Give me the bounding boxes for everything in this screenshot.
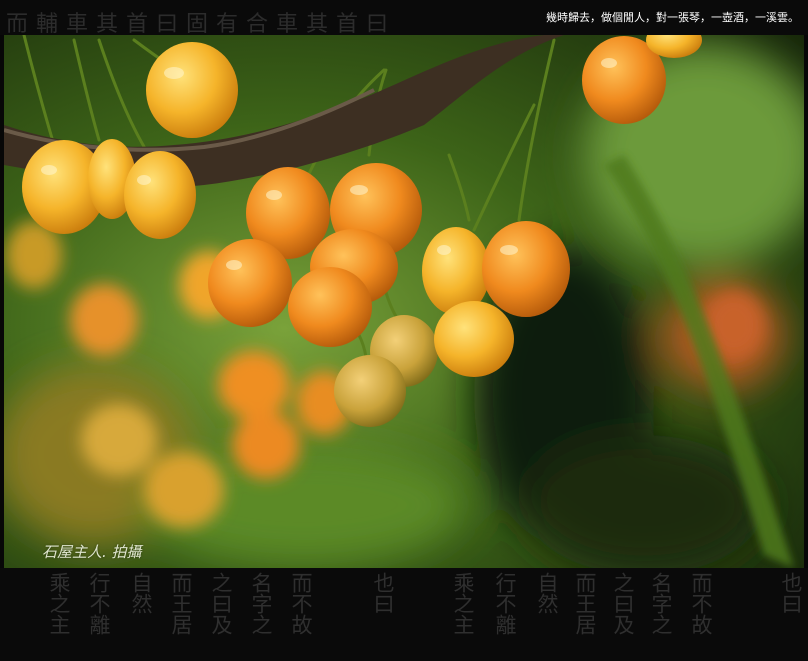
photo-credit: 石屋主人. 拍攝 (42, 543, 142, 561)
calligraphy-column: 而王居 (169, 572, 193, 635)
calligraphy-column: 之曰及 (209, 572, 233, 635)
calligraphy-column: 名字之 (649, 572, 673, 635)
calligraphy-column: 自然 (535, 572, 559, 614)
top-calligraphy-band: 而輔車其首曰固有合車其首曰 幾時歸去，做個閒人，對一張琴，一壺酒，一溪雲。 (0, 0, 808, 35)
calligraphy-column: 自然 (129, 572, 153, 614)
calligraphy-column: 也曰 (779, 572, 803, 614)
calligraphy-column: 名字之 (249, 572, 273, 635)
photo-frame: 而輔車其首曰固有合車其首曰 幾時歸去，做個閒人，對一張琴，一壺酒，一溪雲。 石屋… (0, 0, 808, 661)
calligraphy-column: 乘之主 (47, 572, 71, 635)
calligraphy-column: 行不離 (493, 572, 517, 635)
calligraphy-column: 而不故 (689, 572, 713, 635)
calligraphy-column: 而不故 (289, 572, 313, 635)
cherry-branch-illustration (4, 35, 804, 568)
poem-caption: 幾時歸去，做個閒人，對一張琴，一壺酒，一溪雲。 (546, 11, 799, 24)
calligraphy-column: 乘之主 (451, 572, 475, 635)
calligraphy-column: 行不離 (87, 572, 111, 635)
calligraphy-column: 也曰 (371, 572, 395, 614)
calligraphy-column: 之曰及 (611, 572, 635, 635)
bottom-calligraphy-band: 也曰 而不故 名字之 之曰及 而王居 自然 行不離 乘之主 也曰 而不故 名字之… (0, 568, 808, 661)
top-calligraphy: 而輔車其首曰固有合車其首曰 (6, 12, 397, 35)
cherry-photo (4, 35, 804, 568)
calligraphy-column: 而王居 (573, 572, 597, 635)
